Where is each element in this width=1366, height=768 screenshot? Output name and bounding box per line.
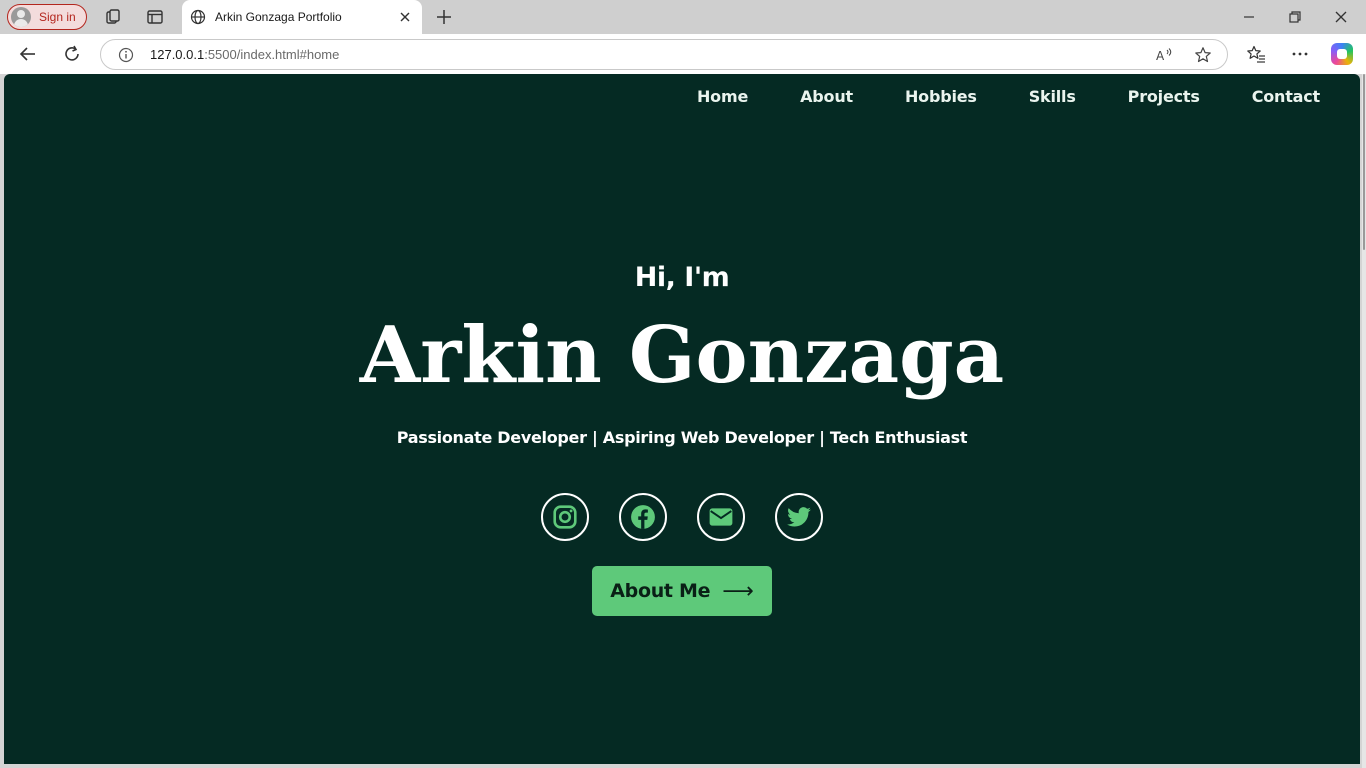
hero-tagline: Passionate Developer | Aspiring Web Deve…	[396, 428, 968, 447]
close-tab-icon[interactable]	[398, 10, 412, 24]
page-viewport: Home About Hobbies Skills Projects Conta…	[4, 74, 1360, 764]
refresh-icon[interactable]	[62, 44, 82, 64]
instagram-link[interactable]	[541, 493, 589, 541]
globe-icon	[190, 9, 206, 25]
copilot-icon[interactable]	[1331, 43, 1353, 65]
more-options-icon[interactable]	[1290, 44, 1310, 64]
back-arrow-icon[interactable]	[18, 44, 38, 64]
restore-icon[interactable]	[1286, 8, 1304, 26]
url-path: :5500/index.html#home	[204, 47, 340, 62]
new-tab-icon[interactable]	[434, 7, 454, 27]
email-icon	[709, 508, 733, 526]
about-me-button[interactable]: About Me ⟶	[592, 566, 772, 616]
browser-titlebar: Sign in Arkin Gonzaga Portfolio	[0, 0, 1366, 34]
twitter-link[interactable]	[775, 493, 823, 541]
sign-in-label: Sign in	[39, 10, 76, 24]
page-scrollbar[interactable]	[1362, 74, 1366, 768]
site-info-icon[interactable]	[118, 47, 134, 63]
read-aloud-icon[interactable]: A	[1155, 46, 1173, 64]
tab-title: Arkin Gonzaga Portfolio	[215, 10, 342, 24]
workspaces-icon[interactable]	[104, 8, 122, 26]
about-me-label: About Me	[610, 580, 711, 602]
url-text: 127.0.0.1:5500/index.html#home	[150, 47, 339, 62]
arrow-right-icon: ⟶	[722, 578, 754, 604]
social-links	[541, 493, 853, 541]
svg-text:A: A	[1156, 49, 1165, 63]
close-window-icon[interactable]	[1332, 8, 1350, 26]
address-bar[interactable]: 127.0.0.1:5500/index.html#home A	[100, 39, 1228, 70]
favorites-icon[interactable]	[1246, 44, 1266, 64]
hero-section: Hi, I'm Arkin Gonzaga Passionate Develop…	[4, 74, 1360, 764]
profile-avatar-icon	[11, 7, 31, 27]
twitter-icon	[787, 507, 811, 527]
facebook-link[interactable]	[619, 493, 667, 541]
email-link[interactable]	[697, 493, 745, 541]
browser-toolbar: 127.0.0.1:5500/index.html#home A	[0, 34, 1366, 74]
favorite-star-icon[interactable]	[1194, 46, 1212, 64]
browser-tab[interactable]: Arkin Gonzaga Portfolio	[182, 0, 422, 34]
instagram-icon	[553, 505, 577, 529]
minimize-icon[interactable]	[1240, 8, 1258, 26]
url-host: 127.0.0.1	[150, 47, 205, 62]
hero-greeting: Hi, I'm	[634, 262, 730, 293]
facebook-icon	[631, 505, 655, 529]
sign-in-button[interactable]: Sign in	[7, 4, 87, 30]
hero-name: Arkin Gonzaga	[359, 310, 1005, 401]
scrollbar-thumb[interactable]	[1363, 74, 1365, 250]
tab-actions-icon[interactable]	[146, 8, 164, 26]
